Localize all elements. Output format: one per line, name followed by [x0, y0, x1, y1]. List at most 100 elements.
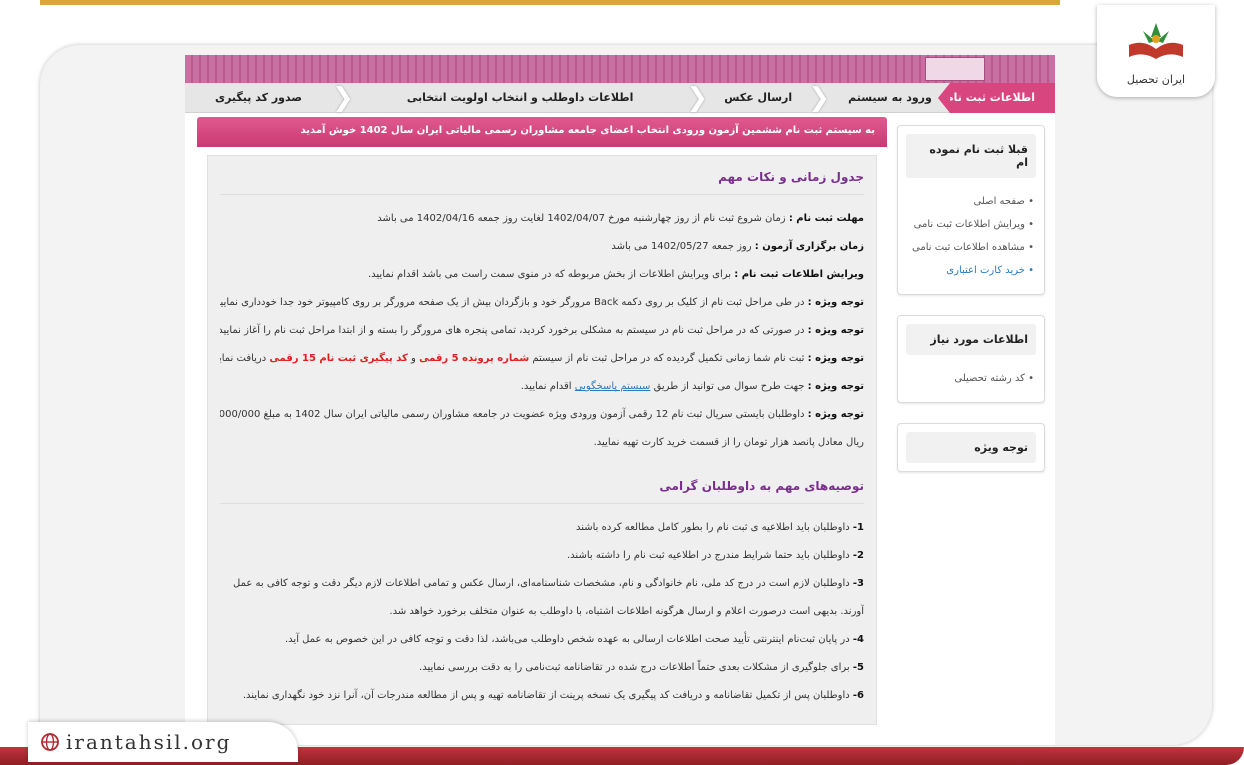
tab-tracking-code[interactable]: صدور کد پیگیری	[185, 83, 332, 113]
tab-label: صدور کد پیگیری	[215, 91, 302, 104]
info-text: در صورتی که در مراحل ثبت نام در سیستم به…	[220, 325, 805, 336]
sidebar-box-special-note: توجه ویژه	[897, 423, 1045, 472]
info-line: توجه ویژه : در طی مراحل ثبت نام از کلیک …	[220, 289, 864, 317]
sidebar-item-edit-info[interactable]: • ویرایش اطلاعات ثبت نامی	[908, 213, 1034, 236]
info-label: توجه ویژه :	[807, 409, 864, 420]
sidebar-item-label: مشاهده اطلاعات ثبت نامی	[912, 242, 1025, 253]
item-number: 5-	[852, 662, 864, 673]
info-label: زمان برگزاری آزمون :	[754, 241, 864, 252]
sidebar-box-title: قبلا ثبت نام نموده ام	[906, 134, 1036, 178]
recommendation-item: 3- داوطلبان لازم است در درج کد ملی، نام …	[220, 570, 864, 598]
info-line: توجه ویژه : در صورتی که در مراحل ثبت نام…	[220, 317, 864, 345]
info-line-fee-cont: ریال معادل پانصد هزار تومان را از قسمت خ…	[593, 437, 864, 448]
info-text: ثبت نام شما زمانی تکمیل گردیده که در مرا…	[532, 353, 805, 364]
frame-top-line	[40, 0, 1060, 5]
site-url-text: irantahsil.org	[66, 730, 232, 754]
brand-badge: ایران تحصیل	[1097, 5, 1215, 97]
recommendation-item: آورند. بدیهی است درصورت اعلام و ارسال هر…	[220, 598, 864, 626]
info-text: زمان شروع ثبت نام از روز چهارشنبه مورخ 1…	[377, 213, 786, 224]
info-line-registration-complete: توجه ویژه : ثبت نام شما زمانی تکمیل گردی…	[220, 345, 864, 373]
support-system-link[interactable]: سیستم پاسخگویی	[575, 381, 651, 392]
sidebar-box-required-info: اطلاعات مورد نیاز • کد رشته تحصیلی	[897, 315, 1045, 403]
sidebar-list: • کد رشته تحصیلی	[898, 363, 1044, 402]
info-label: توجه ویژه :	[807, 353, 864, 364]
info-label: توجه ویژه :	[807, 325, 864, 336]
book-emblem-icon	[1129, 23, 1183, 59]
sidebar-item-home[interactable]: • صفحه اصلی	[908, 190, 1034, 213]
nav-tabs: اطلاعات ثبت نام ورود به سیستم ❮ ارسال عک…	[185, 82, 1055, 113]
tab-candidate-info[interactable]: اطلاعات داوطلب و انتخاب اولویت انتخابی	[354, 83, 687, 113]
sidebar-list: • صفحه اصلی • ویرایش اطلاعات ثبت نامی • …	[898, 186, 1044, 294]
sidebar-item-field-code[interactable]: • کد رشته تحصیلی	[908, 367, 1034, 390]
item-text: داوطلبان پس از تکمیل تقاضانامه و دریافت …	[242, 690, 850, 701]
sidebar-item-label: کد رشته تحصیلی	[954, 373, 1025, 384]
welcome-banner: به سیستم ثبت نام ششمین آزمون ورودی انتخا…	[197, 117, 887, 147]
sidebar-item-view-info[interactable]: • مشاهده اطلاعات ثبت نامی	[908, 236, 1034, 259]
recommendation-item: 4- در پایان ثبت‌نام اینترنتی تأیید صحت ا…	[220, 626, 864, 654]
website: اطلاعات ثبت نام ورود به سیستم ❮ ارسال عک…	[185, 55, 1055, 745]
info-line: مهلت ثبت نام : زمان شروع ثبت نام از روز …	[220, 205, 864, 233]
sidebar-item-buy-card[interactable]: • خرید کارت اعتباری	[908, 259, 1034, 282]
sidebar-box-registered: قبلا ثبت نام نموده ام • صفحه اصلی • ویرا…	[897, 125, 1045, 295]
chevron-left-icon: ❮	[332, 82, 354, 113]
info-line-fee: توجه ویژه : داوطلبان بایستی سریال ثبت نا…	[220, 401, 864, 429]
header-banner	[185, 55, 1055, 83]
info-line: ویرایش اطلاعات ثبت نام : برای ویرایش اطل…	[220, 261, 864, 289]
info-text: دریافت نمایید.	[220, 353, 267, 364]
recommendation-item: 2- داوطلبان باید حتما شرایط مندرج در اطل…	[220, 542, 864, 570]
info-label: ویرایش اطلاعات ثبت نام :	[734, 269, 864, 280]
info-label: توجه ویژه :	[807, 297, 864, 308]
site-url-badge: irantahsil.org	[28, 722, 298, 762]
info-text: در طی مراحل ثبت نام از کلیک بر روی دکمه …	[220, 297, 805, 308]
brand-logo-text: ایران تحصیل	[1126, 73, 1186, 86]
info-text: برای ویرایش اطلاعات از بخش مربوطه که در …	[367, 269, 732, 280]
section-title-recommendations: توصیه‌های مهم به داوطلبان گرامی	[220, 479, 864, 504]
tab-label: اطلاعات ثبت نام	[945, 91, 1035, 104]
highlight-text: شماره پرونده 5 رقمی	[419, 353, 530, 364]
globe-icon	[41, 733, 59, 751]
info-line: زمان برگزاری آزمون : روز جمعه 1402/05/27…	[220, 233, 864, 261]
content-area: قبلا ثبت نام نموده ام • صفحه اصلی • ویرا…	[185, 115, 1055, 745]
info-label: مهلت ثبت نام :	[788, 213, 864, 224]
tab-send-photo[interactable]: ارسال عکس	[708, 83, 808, 113]
tab-login[interactable]: ورود به سیستم	[830, 83, 950, 113]
section-title-schedule: جدول زمانی و نکات مهم	[220, 170, 864, 195]
sidebar-item-label: خرید کارت اعتباری	[946, 265, 1025, 276]
item-number: 2-	[852, 550, 864, 561]
sidebar-box-title: توجه ویژه	[906, 432, 1036, 463]
info-panel: جدول زمانی و نکات مهم مهلت ثبت نام : زما…	[207, 155, 877, 725]
tab-label: اطلاعات داوطلب و انتخاب اولویت انتخابی	[406, 91, 634, 104]
chevron-left-icon: ❮	[686, 82, 709, 113]
tab-registration-info[interactable]: اطلاعات ثبت نام	[938, 82, 1055, 113]
item-text: در پایان ثبت‌نام اینترنتی تأیید صحت اطلا…	[284, 634, 850, 645]
item-text: داوطلبان باید اطلاعیه ی ثبت نام را بطور …	[575, 522, 850, 533]
recommendation-item: 5- برای جلوگیری از مشکلات بعدی حتماً اطل…	[220, 654, 864, 682]
item-number: 3-	[852, 578, 864, 589]
highlight-text: کد پیگیری ثبت نام 15 رقمی	[269, 353, 408, 364]
sidebar: قبلا ثبت نام نموده ام • صفحه اصلی • ویرا…	[897, 125, 1045, 492]
info-text: اقدام نمایید.	[520, 381, 572, 392]
screenshot-frame: اطلاعات ثبت نام ورود به سیستم ❮ ارسال عک…	[40, 45, 1212, 745]
main-content: به سیستم ثبت نام ششمین آزمون ورودی انتخا…	[197, 117, 887, 733]
sidebar-box-title: اطلاعات مورد نیاز	[906, 324, 1036, 355]
tab-label: ارسال عکس	[724, 91, 793, 104]
sidebar-item-label: ویرایش اطلاعات ثبت نامی	[913, 219, 1025, 230]
tab-label: ورود به سیستم	[848, 91, 932, 104]
item-text: داوطلبان لازم است در درج کد ملی، نام خان…	[233, 578, 850, 589]
info-text: جهت طرح سوال می توانید از طریق	[653, 381, 805, 392]
item-text: برای جلوگیری از مشکلات بعدی حتماً اطلاعا…	[419, 662, 850, 673]
item-number: 1-	[852, 522, 864, 533]
info-text: روز جمعه 1402/05/27 می باشد	[611, 241, 752, 252]
recommendation-item: 6- داوطلبان پس از تکمیل تقاضانامه و دریا…	[220, 682, 864, 710]
item-number: 4-	[852, 634, 864, 645]
item-number: 6-	[852, 690, 864, 701]
recommendation-item: 1- داوطلبان باید اطلاعیه ی ثبت نام را بط…	[220, 514, 864, 542]
sidebar-item-label: صفحه اصلی	[973, 196, 1025, 207]
info-label: توجه ویژه :	[807, 381, 864, 392]
chevron-left-icon: ❮	[808, 82, 830, 113]
site-logo	[925, 57, 985, 81]
info-text: و	[411, 353, 416, 364]
info-text: داوطلبان بایستی سریال ثبت نام 12 رقمی آز…	[220, 409, 805, 420]
info-line-question: توجه ویژه : جهت طرح سوال می توانید از طر…	[220, 373, 864, 401]
item-text: آورند. بدیهی است درصورت اعلام و ارسال هر…	[389, 606, 864, 617]
